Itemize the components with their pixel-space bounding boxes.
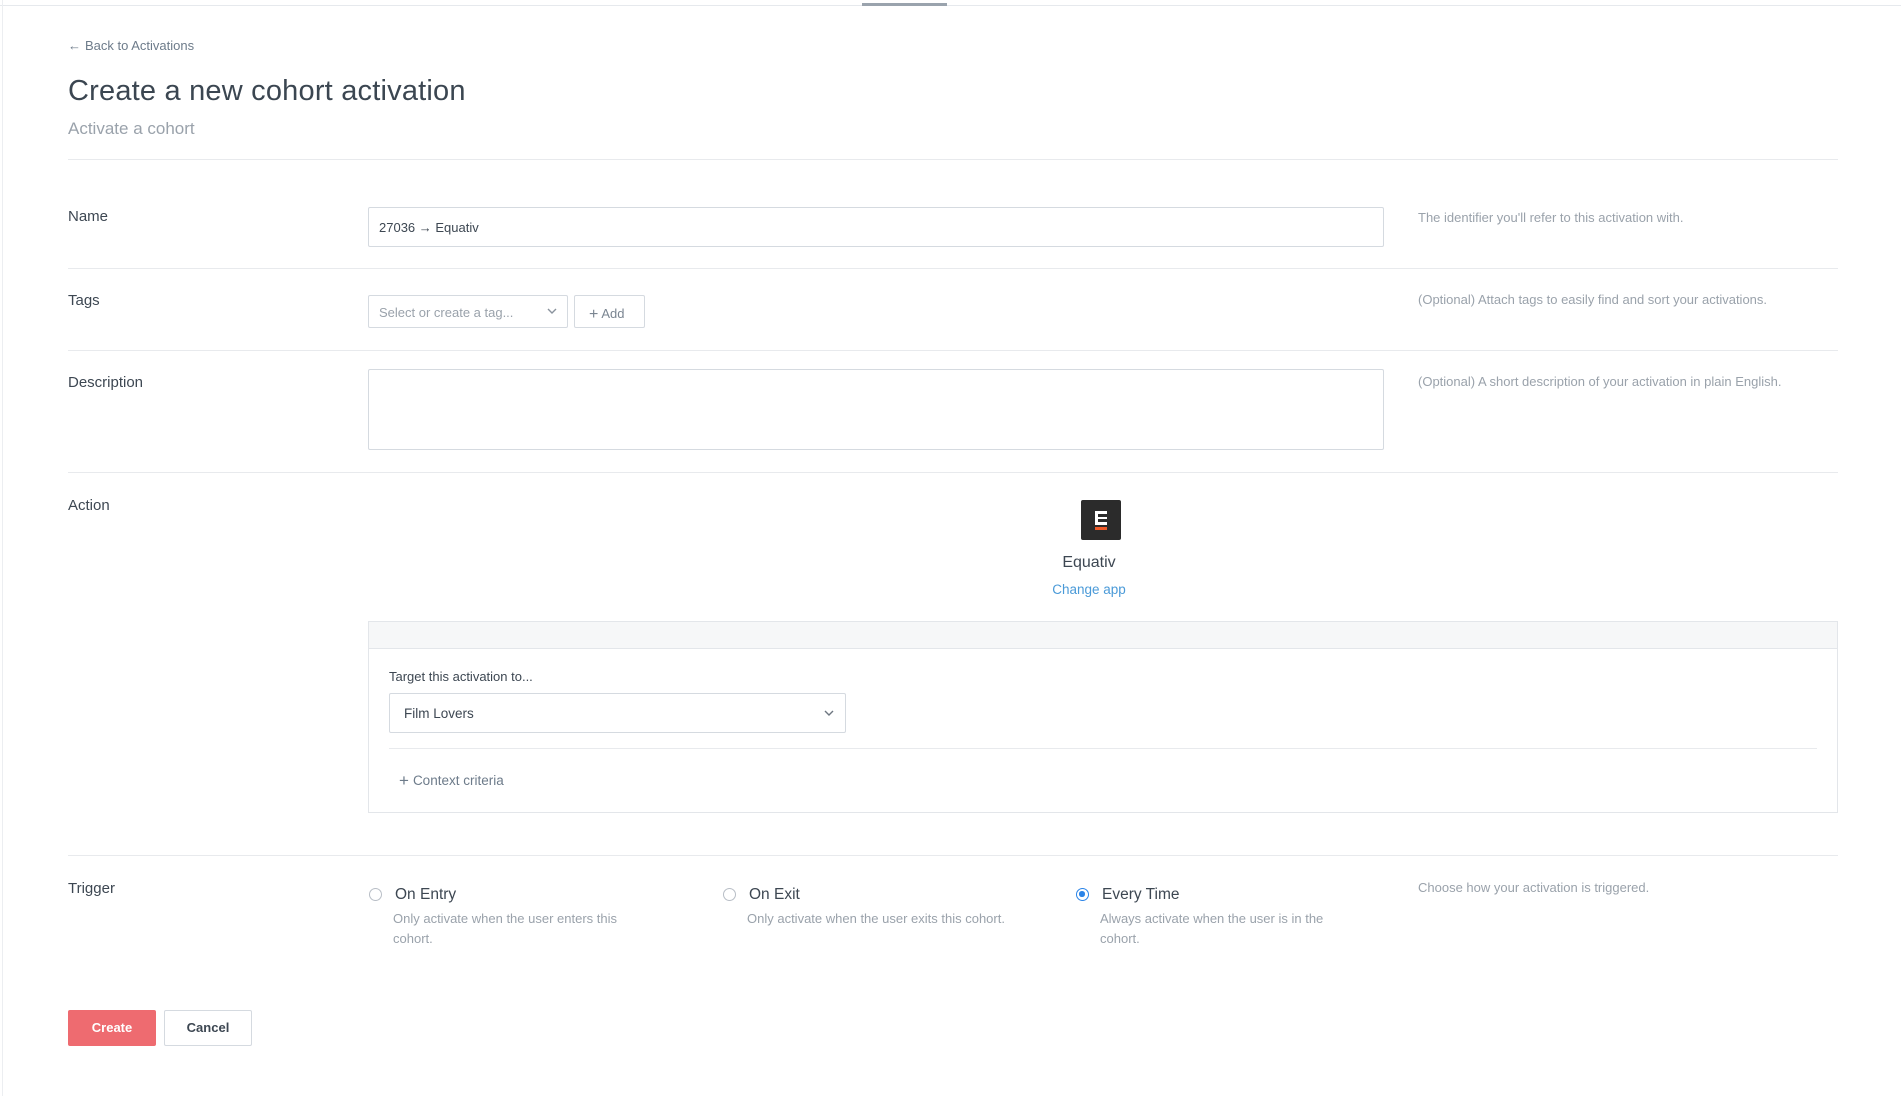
tags-help: (Optional) Attach tags to easily find an… xyxy=(1418,292,1768,307)
action-label: Action xyxy=(68,497,110,514)
left-border xyxy=(2,0,3,1096)
radio-every-time[interactable] xyxy=(1076,888,1089,901)
target-label: Target this activation to... xyxy=(389,669,533,684)
tag-select[interactable]: Select or create a tag... xyxy=(368,295,568,328)
app-name: Equativ xyxy=(1062,554,1116,571)
name-label: Name xyxy=(68,208,109,225)
plus-icon: + xyxy=(589,306,599,323)
name-help: The identifier you'll refer to this acti… xyxy=(1418,210,1684,225)
radio-on-exit[interactable] xyxy=(723,888,736,901)
change-app-link[interactable]: Change app xyxy=(68,582,1838,597)
page-subtitle: Activate a cohort xyxy=(68,119,195,138)
add-tag-label: Add xyxy=(601,306,625,321)
target-panel-header xyxy=(369,622,1837,649)
cancel-button[interactable]: Cancel xyxy=(164,1010,252,1046)
radio-desc: Only activate when the user enters this … xyxy=(393,911,618,946)
context-criteria-label: Context criteria xyxy=(412,773,504,788)
description-textarea[interactable] xyxy=(368,369,1384,450)
add-context-criteria-link[interactable]: + Context criteria xyxy=(399,770,504,790)
radio-on-entry[interactable] xyxy=(369,888,382,901)
plus-icon: + xyxy=(399,771,409,790)
create-button[interactable]: Create xyxy=(68,1010,156,1046)
trigger-label: Trigger xyxy=(68,880,115,897)
description-help: (Optional) A short description of your a… xyxy=(1418,374,1782,389)
page-title: Create a new cohort activation xyxy=(68,75,466,107)
radio-desc: Only activate when the user exits this c… xyxy=(747,911,1005,926)
divider xyxy=(68,268,1838,269)
radio-title: On Exit xyxy=(749,886,800,903)
description-label: Description xyxy=(68,374,144,391)
arrow-left-icon: ← xyxy=(68,38,81,53)
radio-title: On Entry xyxy=(395,886,457,903)
tag-select-placeholder: Select or create a tag... xyxy=(379,305,514,320)
tags-label: Tags xyxy=(68,292,100,309)
divider xyxy=(68,855,1838,856)
active-tab-indicator xyxy=(862,3,947,6)
divider xyxy=(389,748,1817,749)
radio-title: Every Time xyxy=(1102,886,1180,903)
divider xyxy=(68,472,1838,473)
cohort-select[interactable]: Film Lovers xyxy=(389,693,846,733)
top-border xyxy=(0,5,1901,6)
radio-desc: Always activate when the user is in the … xyxy=(1100,911,1324,946)
back-to-activations-link[interactable]: ← Back to Activations xyxy=(68,38,194,53)
name-input[interactable]: 27036 → Equativ xyxy=(368,207,1384,247)
cohort-select-value: Film Lovers xyxy=(404,706,474,721)
chevron-down-icon xyxy=(824,710,834,716)
trigger-help: Choose how your activation is triggered. xyxy=(1418,880,1650,895)
divider xyxy=(68,159,1838,160)
add-tag-button[interactable]: + Add xyxy=(574,295,645,328)
equativ-logo-icon xyxy=(1081,500,1121,540)
chevron-down-icon xyxy=(547,308,557,314)
divider xyxy=(68,350,1838,351)
target-panel: Target this activation to... Film Lovers… xyxy=(368,621,1838,813)
back-link-label: Back to Activations xyxy=(85,38,195,53)
